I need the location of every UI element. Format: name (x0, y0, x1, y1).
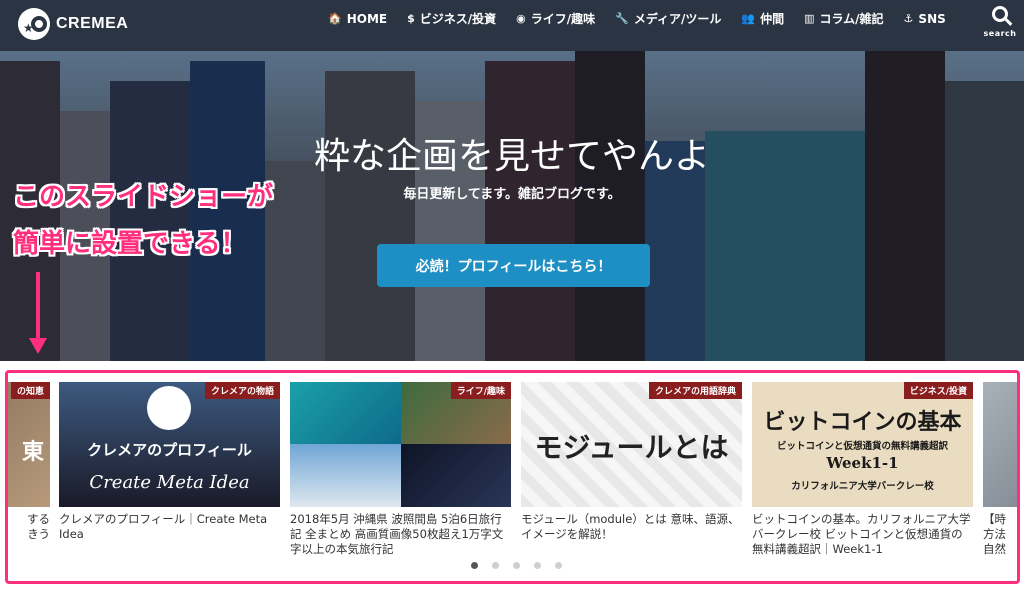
annotation-line-2: 簡単に設置できる！ (13, 229, 247, 259)
card-thumbnail: 東 の知恵 (8, 382, 50, 507)
thumb-subtext: ビットコインと仮想通貨の無料講義超訳 (776, 441, 948, 452)
annotation-arrow (36, 272, 40, 344)
slider-card[interactable]: 【時 方法 自然 (983, 382, 1017, 557)
logo-mark-icon: ★ (18, 8, 50, 40)
thumb-university: カリフォルニア大学バークレー校 (791, 481, 934, 492)
category-badge: ライフ/趣味 (450, 382, 511, 399)
card-thumbnail: ビットコインの基本 ビットコインと仮想通貨の無料講義超訳 Week1-1 カリフ… (752, 382, 973, 507)
slider-card[interactable]: 東 の知恵 する きう (8, 382, 50, 542)
card-title: 【時 方法 自然 (983, 512, 1006, 556)
boat-photo (290, 444, 401, 507)
slider-card[interactable]: ビットコインの基本 ビットコインと仮想通貨の無料講義超訳 Week1-1 カリフ… (752, 382, 973, 557)
card-title: クレメアのプロフィール｜Create Meta Idea (59, 512, 268, 541)
nav-label: ビジネス/投資 (419, 12, 497, 26)
slider-dot[interactable] (471, 562, 478, 569)
nav-label: メディア/ツール (633, 12, 722, 26)
slider-card[interactable]: モジュールとは クレメアの用語辞典 モジュール（module）とは 意味、語源、… (521, 382, 742, 542)
anchor-icon: ⚓ (903, 12, 914, 25)
slider-card[interactable]: クレメアのプロフィール Create Meta Idea クレメアの物語 クレメ… (59, 382, 280, 542)
search-label: search (983, 29, 1017, 38)
logo-text: CREMEA (56, 15, 129, 32)
thumb-week: Week1-1 (826, 454, 899, 472)
home-icon: 🏠 (328, 12, 342, 25)
category-badge: ビジネス/投資 (903, 382, 973, 399)
thumb-subtext: Create Meta Idea (89, 472, 250, 493)
card-title: ビットコインの基本。カリフォルニア大学バークレー校 ビットコインと仮想通貨の無料… (752, 512, 971, 556)
nav-item-sns[interactable]: ⚓ SNS (904, 10, 946, 27)
category-badge: クレメアの用語辞典 (648, 382, 742, 399)
category-badge: クレメアの物語 (204, 382, 280, 399)
slider-card[interactable]: ライフ/趣味 2018年5月 沖縄県 波照間島 5泊6日旅行記 全まとめ 高画質… (290, 382, 511, 557)
slider-pagination (471, 562, 576, 569)
nav-label: コラム/雑記 (819, 12, 884, 26)
nav-item-business[interactable]: $ ビジネス/投資 (407, 10, 496, 27)
nav-label: HOME (346, 11, 388, 26)
thumb-text: クレメアのプロフィール (87, 441, 252, 459)
main-nav: 🏠 HOME $ ビジネス/投資 ◉ ライフ/趣味 🔧 メディア/ツール 👥 仲間 ▥ コラ… (328, 10, 966, 27)
nav-item-media[interactable]: 🔧 メディア/ツール (615, 10, 721, 27)
wrench-icon: 🔧 (615, 12, 629, 25)
thumb-text: ビットコインの基本 (763, 409, 962, 435)
nav-item-life[interactable]: ◉ ライフ/趣味 (516, 10, 595, 27)
nav-label: 仲間 (760, 12, 785, 26)
card-title: する きう (27, 512, 50, 541)
annotation-line-1: このスライドショーが (13, 182, 274, 212)
sea-turtle-photo (290, 382, 401, 444)
site-logo[interactable]: ★ CREMEA (18, 8, 128, 40)
category-badge: の知恵 (10, 382, 50, 399)
arrow-head-icon (29, 338, 47, 354)
card-thumbnail: モジュールとは クレメアの用語辞典 (521, 382, 742, 507)
post-slider: 東 の知恵 する きう クレメアのプロフィール Create Meta Idea… (5, 370, 1020, 584)
slider-dot[interactable] (534, 562, 541, 569)
globe-icon: ◉ (516, 12, 526, 25)
card-thumbnail: ライフ/趣味 (290, 382, 511, 507)
nav-item-home[interactable]: 🏠 HOME (328, 10, 387, 27)
profile-button[interactable]: 必読！プロフィールはこちら！ (377, 244, 650, 287)
slider-dot[interactable] (513, 562, 520, 569)
thumb-text: 東 (21, 440, 44, 465)
thumb-text: モジュールとは (534, 431, 729, 464)
card-title: モジュール（module）とは 意味、語源、イメージを解説！ (521, 512, 740, 541)
card-thumbnail: クレメアのプロフィール Create Meta Idea クレメアの物語 (59, 382, 280, 507)
slider-dot[interactable] (555, 562, 562, 569)
slider-dot[interactable] (492, 562, 499, 569)
users-icon: 👥 (741, 12, 756, 25)
columns-icon: ▥ (804, 12, 815, 25)
card-title: 2018年5月 沖縄県 波照間島 5泊6日旅行記 全まとめ 高画質画像50枚超え… (290, 512, 504, 556)
hero-slideshow: 粋な企画を見せてやんよ 毎日更新してます。雑記ブログです。 必読！プロフィールは… (0, 51, 1024, 361)
nav-label: SNS (918, 11, 946, 26)
nav-label: ライフ/趣味 (530, 12, 596, 26)
nav-item-column[interactable]: ▥ コラム/雑記 (804, 10, 883, 27)
site-header: ★ CREMEA 🏠 HOME $ ビジネス/投資 ◉ ライフ/趣味 🔧 メディア/ツー… (0, 0, 1024, 51)
dollar-icon: $ (407, 12, 415, 25)
hero-title: 粋な企画を見せてやんよ (313, 136, 710, 177)
starry-sky-photo (401, 444, 511, 507)
logo-mark-icon (147, 386, 191, 430)
card-thumbnail (983, 382, 1017, 507)
nav-item-friends[interactable]: 👥 仲間 (741, 10, 784, 27)
search-button[interactable]: search (980, 6, 1020, 38)
search-icon (992, 6, 1008, 22)
